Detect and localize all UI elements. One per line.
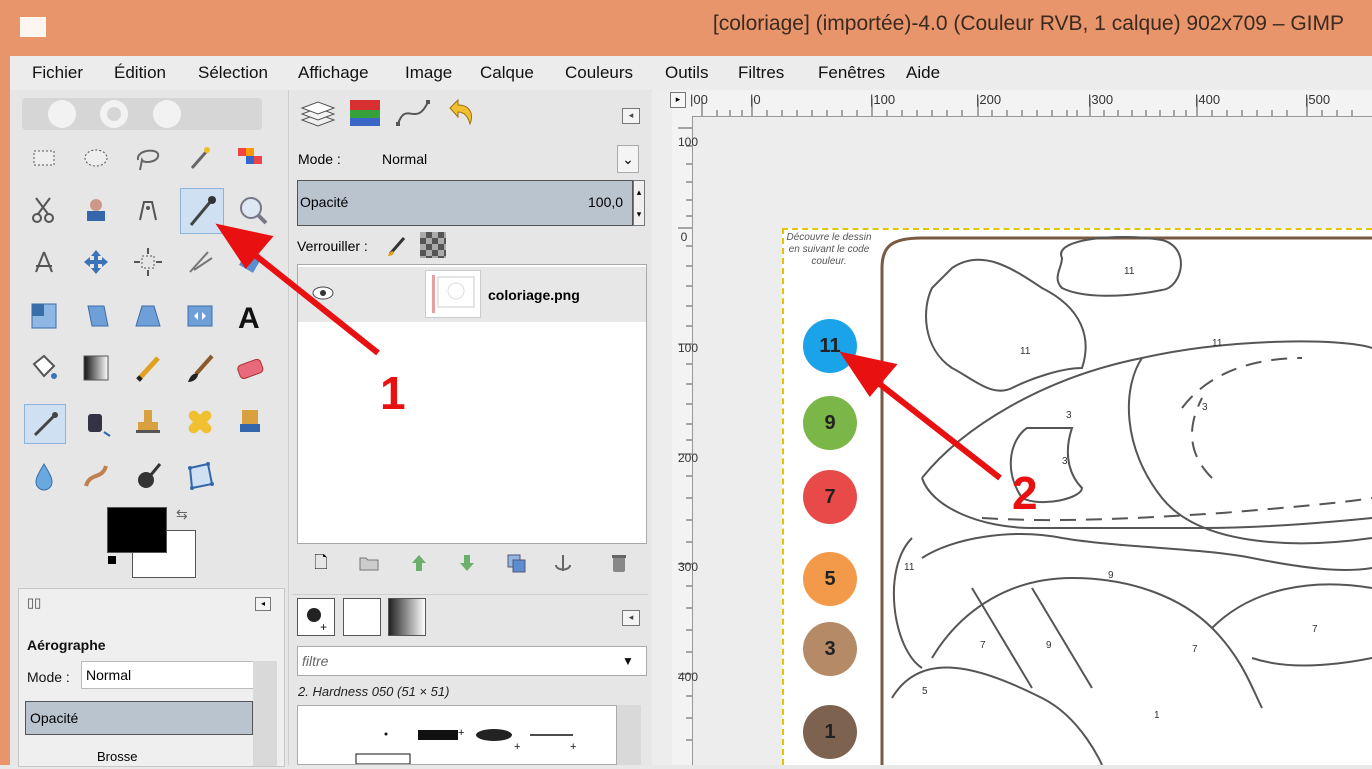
arrow-2-shaft <box>870 375 1002 481</box>
annotation-arrows <box>215 223 1002 481</box>
annotation-label-1: 1 <box>380 367 406 419</box>
annotation-label-2: 2 <box>1012 467 1038 519</box>
arrow-1-shaft <box>248 248 380 356</box>
